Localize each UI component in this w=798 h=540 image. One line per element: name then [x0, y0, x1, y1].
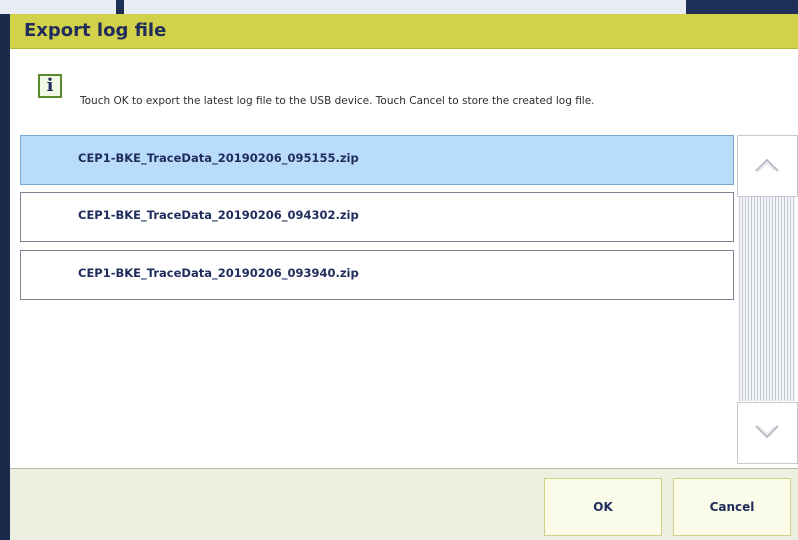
scroll-up-button[interactable]: [737, 135, 798, 197]
ok-button[interactable]: OK: [544, 478, 662, 536]
dialog-title-bar: Export log file: [10, 14, 798, 49]
scroll-down-button[interactable]: [737, 402, 798, 464]
scrollbar[interactable]: [737, 135, 798, 464]
background-window: [0, 0, 798, 14]
chevron-up-icon: [755, 158, 779, 172]
list-item[interactable]: CEP1-BKE_TraceData_20190206_095155.zip: [20, 135, 734, 185]
dialog-message: Touch OK to export the latest log file t…: [80, 95, 595, 107]
info-icon: i: [38, 74, 62, 98]
list-item[interactable]: CEP1-BKE_TraceData_20190206_093940.zip: [20, 250, 734, 300]
dialog-title: Export log file: [24, 20, 167, 41]
list-item[interactable]: CEP1-BKE_TraceData_20190206_094302.zip: [20, 192, 734, 242]
log-file-list: CEP1-BKE_TraceData_20190206_095155.zip C…: [20, 135, 734, 465]
scroll-track[interactable]: [739, 197, 796, 401]
chevron-down-icon: [755, 425, 779, 439]
export-log-dialog: Export log file i Touch OK to export the…: [10, 14, 798, 540]
cancel-button[interactable]: Cancel: [673, 478, 791, 536]
background-pane: [0, 0, 116, 14]
file-name: CEP1-BKE_TraceData_20190206_095155.zip: [78, 151, 359, 165]
dialog-footer: OK Cancel: [10, 468, 798, 540]
background-pane: [124, 0, 686, 14]
file-name: CEP1-BKE_TraceData_20190206_093940.zip: [78, 266, 359, 280]
file-name: CEP1-BKE_TraceData_20190206_094302.zip: [78, 208, 359, 222]
